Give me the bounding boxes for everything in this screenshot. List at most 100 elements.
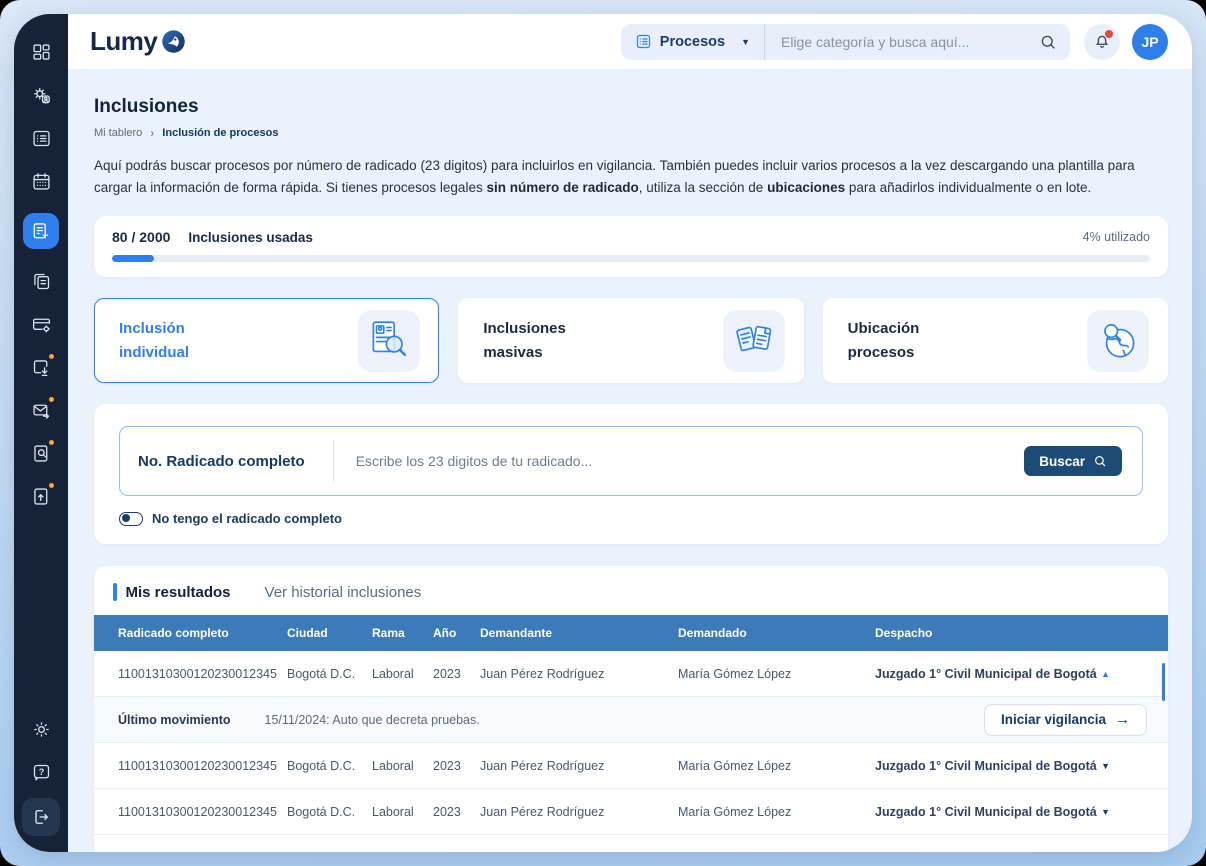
results-tabs: Mis resultados Ver historial inclusiones (94, 566, 1168, 601)
expand-row-icon[interactable]: ▼ (1101, 807, 1110, 817)
card-inclusion-individual[interactable]: Inclusión individual (94, 298, 439, 383)
collapse-row-icon[interactable]: ▲ (1101, 669, 1110, 679)
usage-count: 80 / 2000 (112, 229, 170, 245)
help-icon[interactable]: ? (30, 761, 52, 783)
notification-badge (47, 438, 56, 447)
brand-logo[interactable]: Lumy (90, 26, 187, 57)
notification-badge (47, 481, 56, 490)
buscar-button[interactable]: Buscar (1024, 446, 1122, 476)
toggle-switch[interactable] (119, 512, 143, 526)
cell-radicado: 11001310300120230012345 (94, 851, 287, 852)
toggle-knob (122, 514, 130, 522)
intro-text: Aquí podrás buscar procesos por número d… (94, 155, 1168, 198)
globe-search-icon (1087, 310, 1149, 372)
usage-card: 80 / 2000 Inclusiones usadas 4% utilizad… (94, 216, 1168, 277)
col-anio: Año (433, 626, 480, 640)
last-movement-label: Último movimiento (118, 713, 231, 727)
cell-demandante: Juan Pérez Rodríguez (480, 667, 678, 681)
documents-copy-icon[interactable] (30, 270, 52, 292)
sidebar-item-inclusions-active[interactable] (23, 213, 59, 249)
notification-badge (47, 395, 56, 404)
cell-radicado: 11001310300120230012345 (94, 667, 287, 681)
document-person-search-icon (358, 310, 420, 372)
table-scrollbar[interactable] (1162, 663, 1165, 701)
cell-ciudad: Bogotá D.C. (287, 759, 372, 773)
table-header: Radicado completo Ciudad Rama Año Demand… (94, 615, 1168, 651)
notification-dot (1105, 30, 1113, 38)
cell-demandante: Juan Pérez Rodríguez (480, 759, 678, 773)
table-row[interactable]: 11001310300120230012345 Bogotá D.C. Labo… (94, 789, 1168, 835)
logout-icon[interactable] (22, 798, 60, 836)
download-template-icon[interactable] (30, 356, 52, 378)
iniciar-vigilancia-button[interactable]: Iniciar vigilancia → (984, 704, 1147, 736)
page-background: ? Lumy (0, 0, 1206, 866)
category-selector[interactable]: Procesos ▼ (621, 24, 764, 60)
cell-ciudad: Bogotá D.C. (287, 667, 372, 681)
card-title: Inclusión individual (119, 317, 239, 364)
card-ubicacion-procesos[interactable]: Ubicación procesos (823, 298, 1168, 383)
card-title: Ubicación procesos (848, 317, 968, 364)
radicado-label: No. Radicado completo (120, 453, 333, 470)
breadcrumb-current[interactable]: Inclusión de procesos (162, 127, 278, 139)
cell-demandado: María Gómez López (678, 805, 875, 819)
arrow-right-icon: → (1115, 711, 1130, 728)
card-inclusiones-masivas[interactable]: Inclusiones masivas (458, 298, 803, 383)
cell-anio: 2023 (433, 759, 480, 773)
records-list-icon[interactable] (30, 127, 52, 149)
radicado-search-card: No. Radicado completo Buscar No tengo el… (94, 404, 1168, 544)
document-search-icon[interactable] (30, 442, 52, 464)
app-window: ? Lumy (14, 14, 1192, 852)
cell-anio: 2023 (433, 667, 480, 681)
tab-mis-resultados[interactable]: Mis resultados (126, 584, 231, 601)
send-mail-icon[interactable] (30, 399, 52, 421)
usage-progress-track (112, 255, 1150, 262)
active-tab-accent (113, 583, 117, 601)
chevron-right-icon: › (150, 126, 154, 140)
settings-gear-icon[interactable] (30, 718, 52, 740)
brand-bird-icon (160, 28, 187, 55)
avatar[interactable]: JP (1132, 24, 1168, 60)
col-despacho: Despacho (875, 626, 1168, 640)
cell-demandado: María Gómez López (678, 759, 875, 773)
cell-demandado: María Gómez López (678, 851, 875, 852)
cell-radicado: 11001310300120230012345 (94, 805, 287, 819)
col-demandante: Demandante (480, 626, 678, 640)
table-row[interactable]: 11001310300120230012345 Bogotá D.C. Labo… (94, 743, 1168, 789)
expand-row-icon[interactable]: ▼ (1101, 761, 1110, 771)
cell-despacho: Juzgado 1° Civil Municipal de Bogotá ▲ (875, 667, 1168, 681)
cell-rama: Laboral (372, 851, 433, 852)
search-icon[interactable] (1039, 33, 1057, 51)
svg-text:?: ? (38, 766, 44, 776)
usage-label: Inclusiones usadas (188, 230, 313, 245)
calendar-icon[interactable] (30, 170, 52, 192)
billing-settings-icon[interactable] (30, 313, 52, 335)
table-row[interactable]: 11001310300120230012345 Bogotá D.C. Labo… (94, 835, 1168, 852)
cell-demandante: Juan Pérez Rodríguez (480, 851, 678, 852)
col-rama: Rama (372, 626, 433, 640)
sidebar-bottom: ? (22, 718, 60, 836)
cell-despacho: Juzgado 1° Civil Municipal de Bogotá ▼ (875, 851, 1168, 852)
cell-rama: Laboral (372, 805, 433, 819)
col-demandado: Demandado (678, 626, 875, 640)
table-row[interactable]: 11001310300120230012345 Bogotá D.C. Labo… (94, 651, 1168, 697)
no-radicado-toggle[interactable]: No tengo el radicado completo (119, 511, 1143, 526)
main-content: Inclusiones Mi tablero › Inclusión de pr… (68, 70, 1192, 852)
cell-despacho: Juzgado 1° Civil Municipal de Bogotá ▼ (875, 805, 1168, 819)
notifications-button[interactable] (1084, 24, 1120, 60)
breadcrumb-home[interactable]: Mi tablero (94, 127, 142, 139)
cell-ciudad: Bogotá D.C. (287, 805, 372, 819)
col-ciudad: Ciudad (287, 626, 372, 640)
document-upload-icon[interactable] (30, 485, 52, 507)
cell-anio: 2023 (433, 851, 480, 852)
radicado-input[interactable] (334, 453, 1025, 469)
row-detail: Último movimiento 15/11/2024: Auto que d… (94, 697, 1168, 743)
cell-rama: Laboral (372, 759, 433, 773)
admin-settings-icon[interactable] (30, 84, 52, 106)
global-search-input[interactable] (781, 34, 1039, 50)
cell-rama: Laboral (372, 667, 433, 681)
cell-ciudad: Bogotá D.C. (287, 851, 372, 852)
tab-ver-historial[interactable]: Ver historial inclusiones (265, 584, 422, 601)
chevron-down-icon: ▼ (741, 37, 750, 47)
dashboard-icon[interactable] (30, 41, 52, 63)
page-title: Inclusiones (94, 96, 1168, 118)
